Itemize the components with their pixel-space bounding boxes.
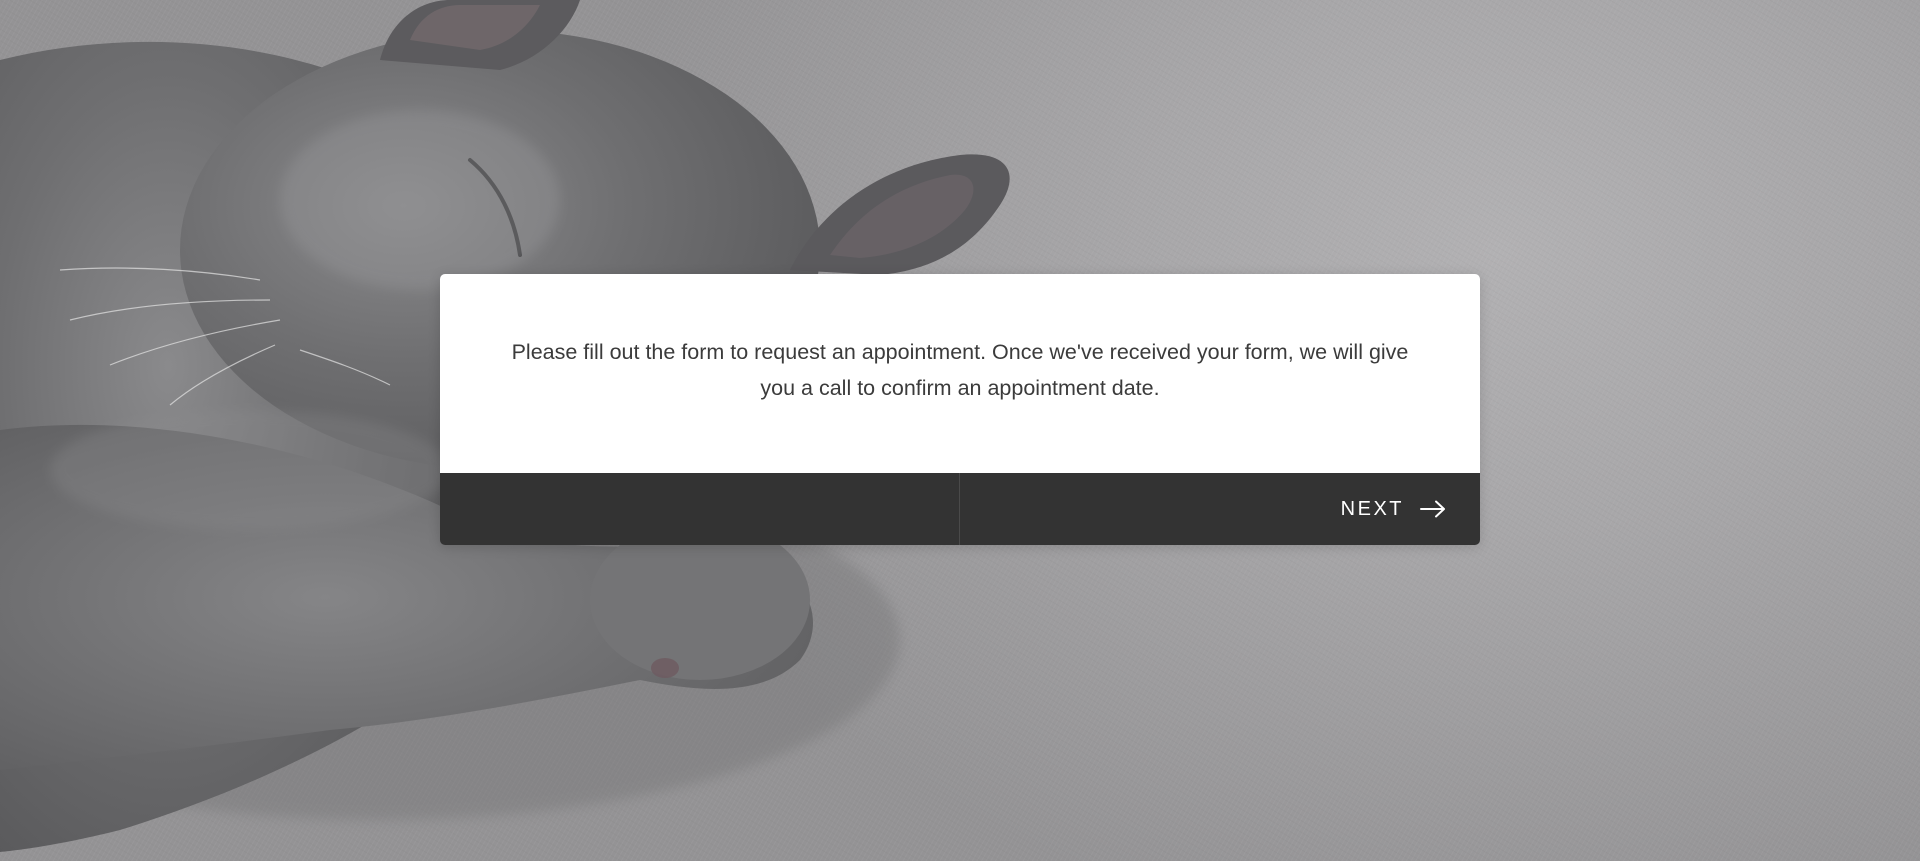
- footer-right-panel: NEXT: [960, 473, 1480, 545]
- arrow-right-icon: [1420, 500, 1446, 518]
- footer-left-panel: [440, 473, 960, 545]
- appointment-dialog: Please fill out the form to request an a…: [440, 274, 1480, 545]
- next-button[interactable]: NEXT: [1321, 473, 1480, 545]
- dialog-body: Please fill out the form to request an a…: [440, 274, 1480, 473]
- intro-message: Please fill out the form to request an a…: [511, 340, 1409, 400]
- next-button-label: NEXT: [1340, 497, 1404, 520]
- dialog-footer: NEXT: [440, 473, 1480, 545]
